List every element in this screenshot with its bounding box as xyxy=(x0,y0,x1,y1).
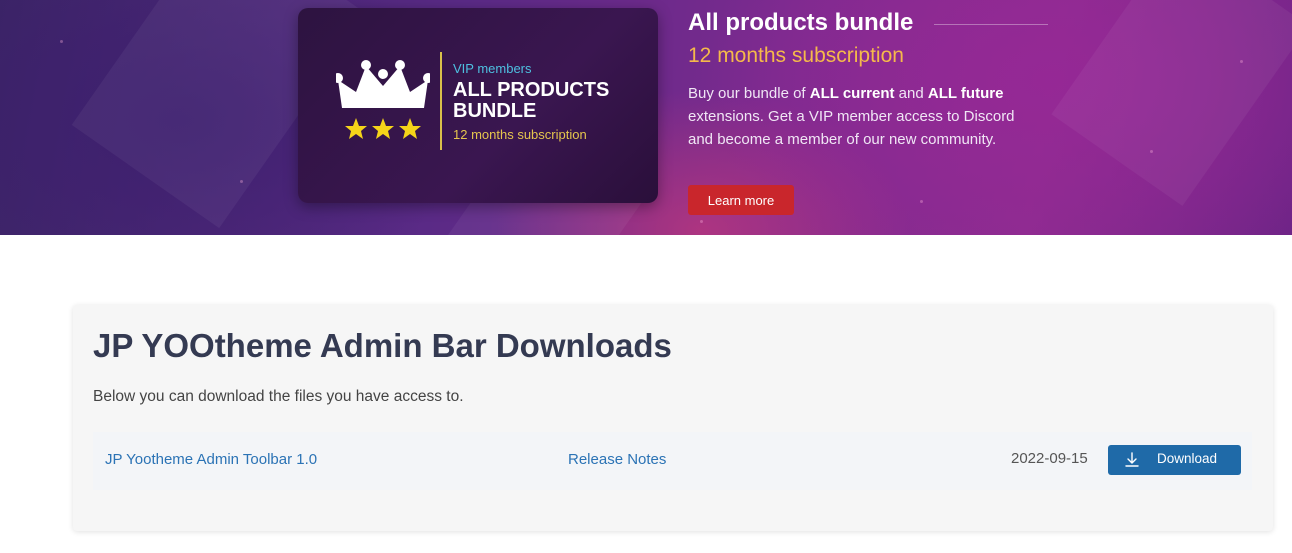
download-row: JP Yootheme Admin Toolbar 1.0 Release No… xyxy=(93,432,1252,490)
download-button[interactable]: Download xyxy=(1108,445,1241,475)
card-divider xyxy=(440,52,442,150)
description-text: and xyxy=(894,85,928,102)
decorative-shape xyxy=(1051,0,1292,206)
decorative-speck xyxy=(1150,150,1153,153)
decorative-speck xyxy=(1240,60,1243,63)
description-text: Buy our bundle of xyxy=(688,85,810,102)
bundle-title: All products bundle xyxy=(688,9,914,36)
release-notes-link[interactable]: Release Notes xyxy=(568,451,666,468)
hero-banner: VIP members ALL PRODUCTS BUNDLE 12 month… xyxy=(0,0,1292,235)
bundle-product-image: VIP members ALL PRODUCTS BUNDLE 12 month… xyxy=(298,8,658,203)
page-title: JP YOOtheme Admin Bar Downloads xyxy=(93,327,672,364)
description-text: extensions. Get a VIP member access to D… xyxy=(688,108,1015,148)
decorative-speck xyxy=(700,220,703,223)
bundle-subtitle: 12 months subscription xyxy=(688,44,904,67)
card-title: ALL PRODUCTS BUNDLE xyxy=(453,79,610,122)
crown-icon xyxy=(336,60,430,139)
learn-more-button[interactable]: Learn more xyxy=(688,185,794,215)
decorative-speck xyxy=(240,180,243,183)
decorative-speck xyxy=(60,40,63,43)
file-date: 2022-09-15 xyxy=(1011,450,1088,467)
download-icon xyxy=(1125,452,1139,467)
description-bold: ALL future xyxy=(927,85,1004,102)
card-subtitle: 12 months subscription xyxy=(453,127,587,142)
decorative-speck xyxy=(920,200,923,203)
file-name-link[interactable]: JP Yootheme Admin Toolbar 1.0 xyxy=(105,451,317,468)
bundle-description: Buy our bundle of ALL current and ALL fu… xyxy=(688,82,1033,151)
title-divider xyxy=(934,24,1048,25)
card-vip-label: VIP members xyxy=(453,61,532,76)
download-label: Download xyxy=(1157,451,1218,466)
downloads-intro: Below you can download the files you hav… xyxy=(93,388,464,405)
description-bold: ALL current xyxy=(809,85,895,102)
downloads-panel: JP YOOtheme Admin Bar Downloads Below yo… xyxy=(73,305,1273,531)
